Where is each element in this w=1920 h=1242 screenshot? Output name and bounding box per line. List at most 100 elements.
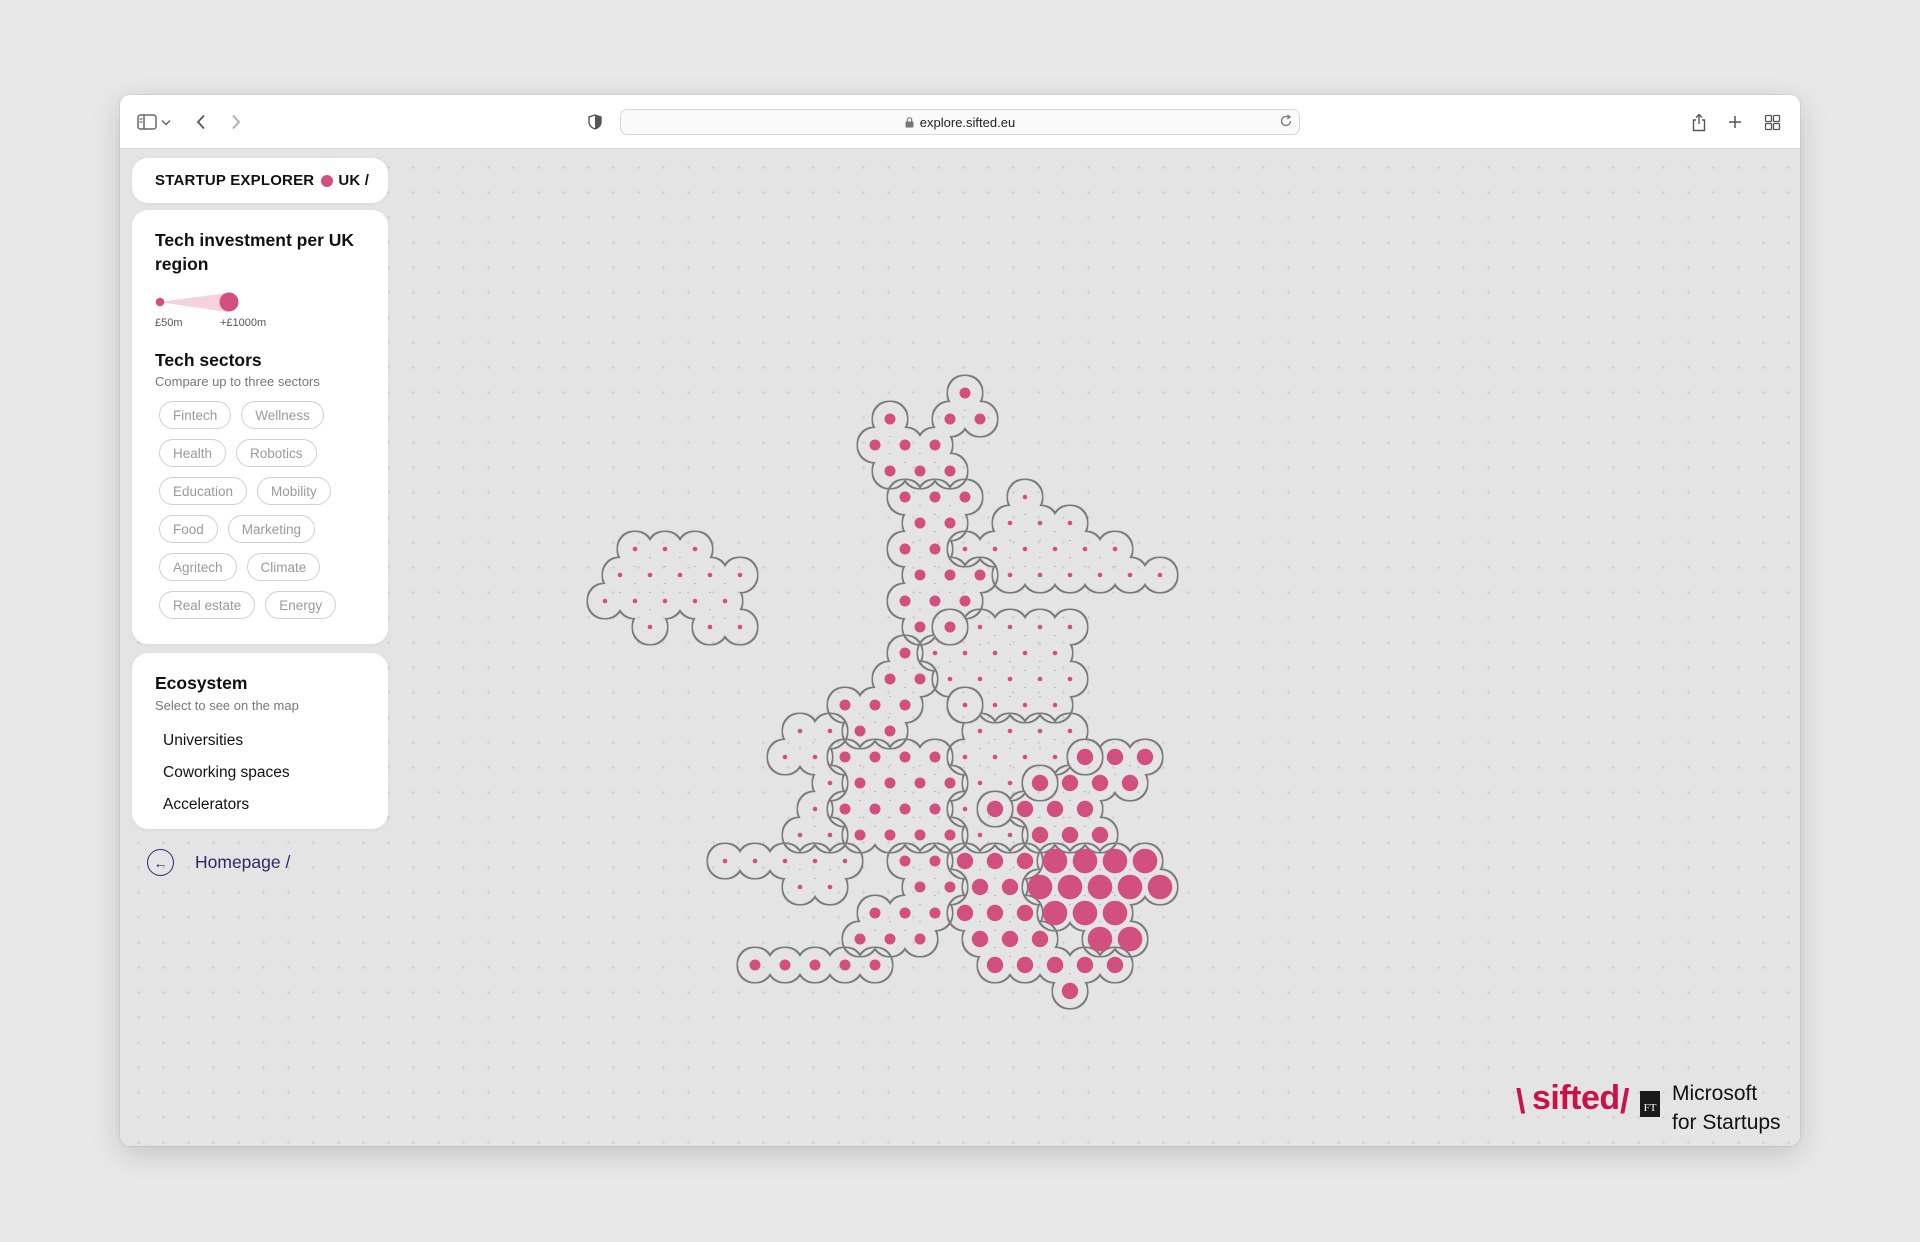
investment-dot	[944, 465, 956, 477]
shield-icon[interactable]	[580, 107, 610, 137]
investment-dot	[662, 598, 668, 604]
investment-dot	[797, 884, 803, 890]
brand-header[interactable]: STARTUP EXPLORER UK /	[132, 158, 388, 203]
investment-dot	[992, 650, 998, 656]
brand-dot-icon	[321, 174, 334, 187]
investment-dot	[722, 598, 728, 604]
investment-dot	[899, 543, 911, 555]
investment-dot	[884, 725, 896, 737]
sector-chip-real-estate[interactable]: Real estate	[159, 591, 256, 619]
investment-dot	[914, 777, 926, 789]
investment-dot	[869, 439, 881, 451]
investment-dot	[884, 829, 896, 841]
reload-icon[interactable]	[1279, 114, 1293, 131]
ecosystem-panel: Ecosystem Select to see on the map Unive…	[132, 653, 388, 829]
sifted-logo-slash-right: /	[1620, 1083, 1630, 1121]
investment-dot	[914, 881, 926, 893]
sector-chips: Fintech Wellness Health Robotics Educati…	[155, 401, 365, 619]
brand-suffix: UK /	[338, 172, 370, 189]
forward-icon[interactable]	[221, 107, 251, 137]
tabs-grid-icon[interactable]	[1757, 107, 1787, 137]
region-outline[interactable]	[588, 532, 757, 644]
investment-dot	[1106, 956, 1124, 974]
investment-dot	[1031, 774, 1049, 792]
investment-dot	[1091, 826, 1109, 844]
homepage-link[interactable]: ← Homepage /	[147, 849, 290, 876]
investment-dot	[1007, 572, 1013, 578]
sector-chip-food[interactable]: Food	[159, 515, 218, 543]
investment-dot	[944, 881, 956, 893]
ecosystem-item-accelerators[interactable]: Accelerators	[163, 789, 365, 821]
investment-dot	[914, 829, 926, 841]
investment-dot	[1016, 800, 1034, 818]
investment-dot	[869, 803, 881, 815]
investment-dot	[944, 777, 956, 789]
investment-dot	[962, 806, 968, 812]
investment-dot	[1007, 520, 1013, 526]
back-icon[interactable]	[186, 107, 216, 137]
investment-dot	[884, 933, 896, 945]
sector-chip-marketing[interactable]: Marketing	[227, 515, 316, 543]
investment-dot	[782, 858, 788, 864]
investment-dot	[1022, 650, 1028, 656]
investment-dot	[1076, 956, 1094, 974]
investment-dot	[1007, 676, 1013, 682]
investment-dot	[1067, 572, 1073, 578]
investment-dot	[1117, 926, 1143, 952]
ecosystem-list: Universities Coworking spaces Accelerato…	[155, 725, 365, 821]
investment-dot	[914, 673, 926, 685]
investment-dot	[737, 572, 743, 578]
investment-dot	[797, 728, 803, 734]
address-bar[interactable]: explore.sifted.eu	[620, 109, 1300, 135]
sector-chip-wellness[interactable]: Wellness	[241, 401, 324, 429]
investment-dot	[959, 491, 971, 503]
sector-chip-energy[interactable]: Energy	[265, 591, 337, 619]
investment-dot	[884, 777, 896, 789]
investment-dot	[944, 829, 956, 841]
investment-dot	[899, 751, 911, 763]
investment-dot	[959, 387, 971, 399]
sifted-logo-slash-left: \	[1516, 1083, 1526, 1121]
sector-chip-mobility[interactable]: Mobility	[257, 477, 331, 505]
sector-chip-agritech[interactable]: Agritech	[159, 553, 237, 581]
investment-dot	[1037, 572, 1043, 578]
investment-dot	[677, 572, 683, 578]
investment-dot	[1052, 546, 1058, 552]
investment-dot	[899, 855, 911, 867]
sector-chip-education[interactable]: Education	[159, 477, 248, 505]
investment-dot	[962, 650, 968, 656]
url-text: explore.sifted.eu	[919, 114, 1016, 130]
investment-dot	[1091, 774, 1109, 792]
investment-dot	[1067, 520, 1073, 526]
investment-dot	[971, 930, 989, 948]
filter-panel: Tech investment per UK region £50m +£100…	[132, 210, 388, 644]
investment-dot	[944, 569, 956, 581]
investment-dot	[647, 572, 653, 578]
investment-dot	[1022, 546, 1028, 552]
ecosystem-item-universities[interactable]: Universities	[163, 725, 365, 757]
region-outline[interactable]	[708, 844, 862, 904]
ecosystem-item-coworking[interactable]: Coworking spaces	[163, 757, 365, 789]
investment-dot	[929, 491, 941, 503]
region-outline[interactable]	[918, 610, 1087, 722]
sector-chip-health[interactable]: Health	[159, 439, 227, 467]
plus-icon[interactable]	[1720, 107, 1750, 137]
investment-dot	[797, 832, 803, 838]
sector-chip-climate[interactable]: Climate	[246, 553, 321, 581]
investment-dot	[839, 803, 851, 815]
investment-dot	[959, 595, 971, 607]
region-outline[interactable]	[858, 376, 997, 488]
chevron-down-icon[interactable]	[157, 107, 175, 137]
investment-dot	[956, 904, 974, 922]
investment-dot	[1027, 874, 1053, 900]
investment-dot	[839, 959, 851, 971]
sector-chip-robotics[interactable]: Robotics	[236, 439, 317, 467]
investment-dot	[884, 413, 896, 425]
share-icon[interactable]	[1684, 107, 1714, 137]
sector-chip-fintech[interactable]: Fintech	[159, 401, 232, 429]
investment-dot	[1007, 780, 1013, 786]
investment-dot	[1117, 874, 1143, 900]
region-outline[interactable]	[768, 714, 847, 852]
investment-dot	[977, 728, 983, 734]
investment-dot	[782, 754, 788, 760]
